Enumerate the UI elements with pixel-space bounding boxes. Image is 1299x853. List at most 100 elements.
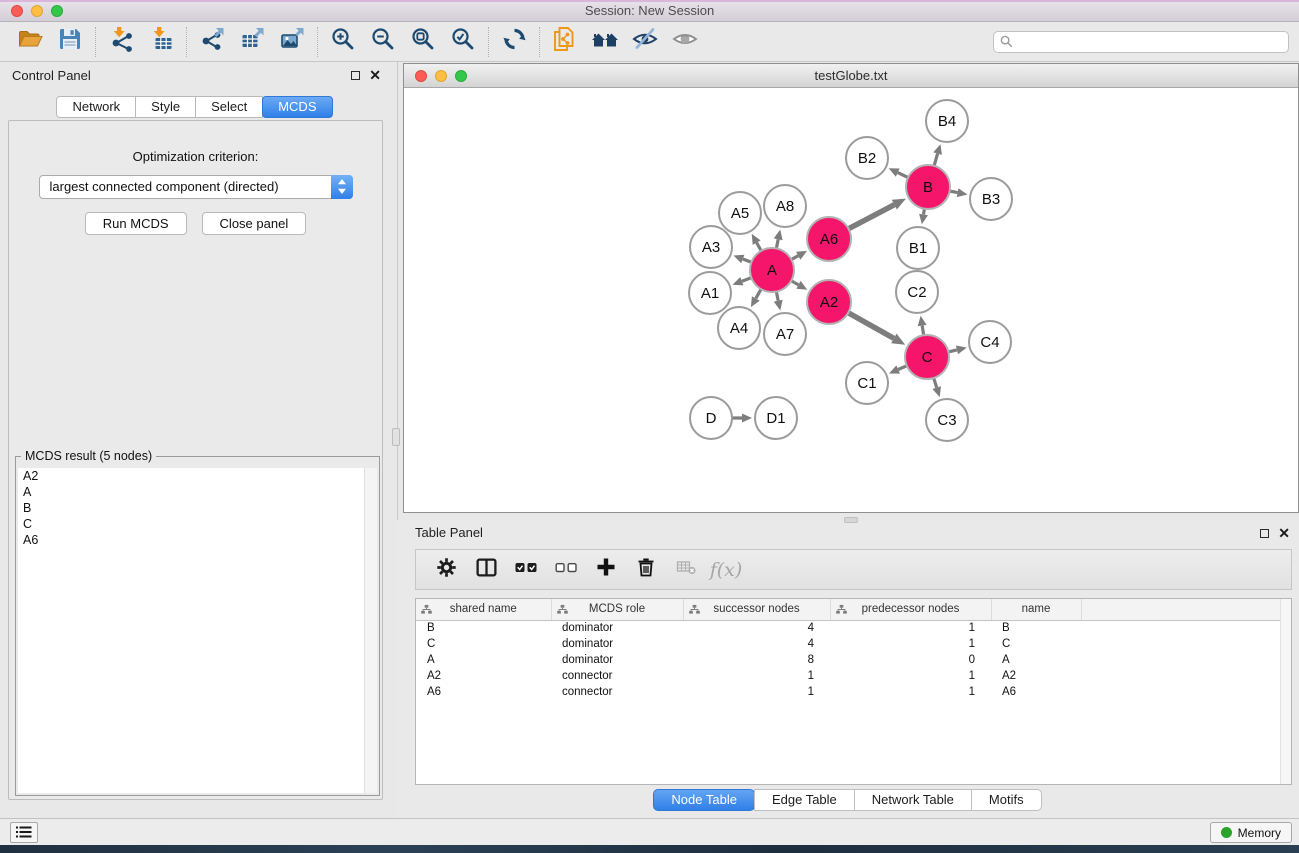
zoom-in-button[interactable] (323, 25, 363, 59)
memory-button[interactable]: Memory (1210, 822, 1292, 843)
cell-successor-nodes[interactable]: 4 (683, 620, 830, 636)
cell-name[interactable]: C (991, 636, 1081, 652)
result-item-a6[interactable]: A6 (18, 532, 377, 548)
node-A1[interactable]: A1 (689, 272, 731, 314)
column-header-successor-nodes[interactable]: successor nodes (683, 599, 830, 620)
cell-successor-nodes[interactable]: 8 (683, 652, 830, 668)
node-C[interactable]: C (905, 335, 949, 379)
export-table-button[interactable] (232, 25, 272, 59)
result-item-b[interactable]: B (18, 500, 377, 516)
zoom-fit-button[interactable] (403, 25, 443, 59)
node-C2[interactable]: C2 (896, 271, 938, 313)
node-A[interactable]: A (750, 248, 794, 292)
node-A6[interactable]: A6 (807, 217, 851, 261)
node-B[interactable]: B (906, 165, 950, 209)
criterion-select[interactable]: largest connected component (directed) (39, 175, 353, 199)
cell-predecessor-nodes[interactable]: 1 (830, 668, 991, 684)
cell-successor-nodes[interactable]: 4 (683, 636, 830, 652)
node-A4[interactable]: A4 (718, 307, 760, 349)
node-B3[interactable]: B3 (970, 178, 1012, 220)
split-view-button[interactable] (466, 554, 506, 586)
cell-name[interactable]: A (991, 652, 1081, 668)
table-scrollbar[interactable] (1280, 599, 1291, 784)
cell-shared-name[interactable]: C (416, 636, 551, 652)
search-input[interactable] (1013, 35, 1282, 49)
horizontal-splitter-grip[interactable] (844, 517, 858, 523)
delete-column-button[interactable] (626, 554, 666, 586)
node-D1[interactable]: D1 (755, 397, 797, 439)
cell-predecessor-nodes[interactable]: 1 (830, 684, 991, 700)
cell-mcds-role[interactable]: connector (551, 668, 683, 684)
vertical-splitter-grip[interactable] (392, 428, 400, 446)
import-network-button[interactable] (101, 25, 141, 59)
column-header-shared-name[interactable]: shared name (416, 599, 551, 620)
node-A2[interactable]: A2 (807, 280, 851, 324)
node-A5[interactable]: A5 (719, 192, 761, 234)
select-all-button[interactable] (506, 554, 546, 586)
column-header-predecessor-nodes[interactable]: predecessor nodes (830, 599, 991, 620)
node-B2[interactable]: B2 (846, 137, 888, 179)
tab-style[interactable]: Style (135, 96, 196, 118)
close-panel-icon[interactable]: ✕ (369, 70, 381, 80)
cell-name[interactable]: A2 (991, 668, 1081, 684)
column-header-mcds-role[interactable]: MCDS role (551, 599, 683, 620)
node-A7[interactable]: A7 (764, 313, 806, 355)
node-A3[interactable]: A3 (690, 226, 732, 268)
table-settings-button[interactable] (426, 554, 466, 586)
cell-predecessor-nodes[interactable]: 1 (830, 636, 991, 652)
node-B4[interactable]: B4 (926, 100, 968, 142)
hide-selected-button[interactable] (625, 25, 665, 59)
cell-name[interactable]: B (991, 620, 1081, 636)
home-view-button[interactable] (585, 25, 625, 59)
tab-edge-table[interactable]: Edge Table (754, 789, 855, 811)
tab-network-table[interactable]: Network Table (854, 789, 972, 811)
tab-network[interactable]: Network (56, 96, 136, 118)
add-column-button[interactable] (586, 554, 626, 586)
node-D[interactable]: D (690, 397, 732, 439)
cell-shared-name[interactable]: B (416, 620, 551, 636)
node-C1[interactable]: C1 (846, 362, 888, 404)
task-history-button[interactable] (10, 822, 38, 843)
float-panel-icon[interactable] (351, 71, 360, 80)
network-canvas[interactable]: B4 B2 B B3 A5A8A6 B1 A3 A C2 A1 A2 A4A7 C4 C C1 C3 D D1 (404, 89, 1298, 512)
table-row[interactable]: Bdominator41B (416, 620, 1291, 636)
result-item-a2[interactable]: A2 (18, 468, 377, 484)
zoom-selected-button[interactable] (443, 25, 483, 59)
table-row[interactable]: A2connector11A2 (416, 668, 1291, 684)
cell-shared-name[interactable]: A6 (416, 684, 551, 700)
import-table-button[interactable] (141, 25, 181, 59)
tab-node-table[interactable]: Node Table (653, 789, 755, 811)
run-mcds-button[interactable]: Run MCDS (85, 212, 187, 235)
cell-mcds-role[interactable]: connector (551, 684, 683, 700)
table-close-panel-icon[interactable]: ✕ (1278, 528, 1290, 538)
save-session-button[interactable] (50, 25, 90, 59)
node-A8[interactable]: A8 (764, 185, 806, 227)
node-B1[interactable]: B1 (897, 227, 939, 269)
open-folder-button[interactable] (10, 25, 50, 59)
cell-shared-name[interactable]: A (416, 652, 551, 668)
cell-shared-name[interactable]: A2 (416, 668, 551, 684)
result-item-c[interactable]: C (18, 516, 377, 532)
column-header-name[interactable]: name (991, 599, 1081, 620)
tab-motifs[interactable]: Motifs (971, 789, 1042, 811)
cell-mcds-role[interactable]: dominator (551, 636, 683, 652)
export-network-button[interactable] (192, 25, 232, 59)
table-row[interactable]: A6connector11A6 (416, 684, 1291, 700)
cell-name[interactable]: A6 (991, 684, 1081, 700)
cell-predecessor-nodes[interactable]: 0 (830, 652, 991, 668)
result-scrollbar[interactable] (364, 468, 377, 793)
refresh-network-button[interactable] (494, 25, 534, 59)
table-row[interactable]: Cdominator41C (416, 636, 1291, 652)
node-C4[interactable]: C4 (969, 321, 1011, 363)
cell-successor-nodes[interactable]: 1 (683, 684, 830, 700)
table-float-panel-icon[interactable] (1260, 529, 1269, 538)
node-C3[interactable]: C3 (926, 399, 968, 441)
cell-successor-nodes[interactable]: 1 (683, 668, 830, 684)
deselect-all-button[interactable] (546, 554, 586, 586)
tab-mcds[interactable]: MCDS (262, 96, 332, 118)
zoom-out-button[interactable] (363, 25, 403, 59)
result-item-a[interactable]: A (18, 484, 377, 500)
table-row[interactable]: Adominator80A (416, 652, 1291, 668)
tab-select[interactable]: Select (195, 96, 263, 118)
search-box[interactable] (993, 31, 1289, 53)
